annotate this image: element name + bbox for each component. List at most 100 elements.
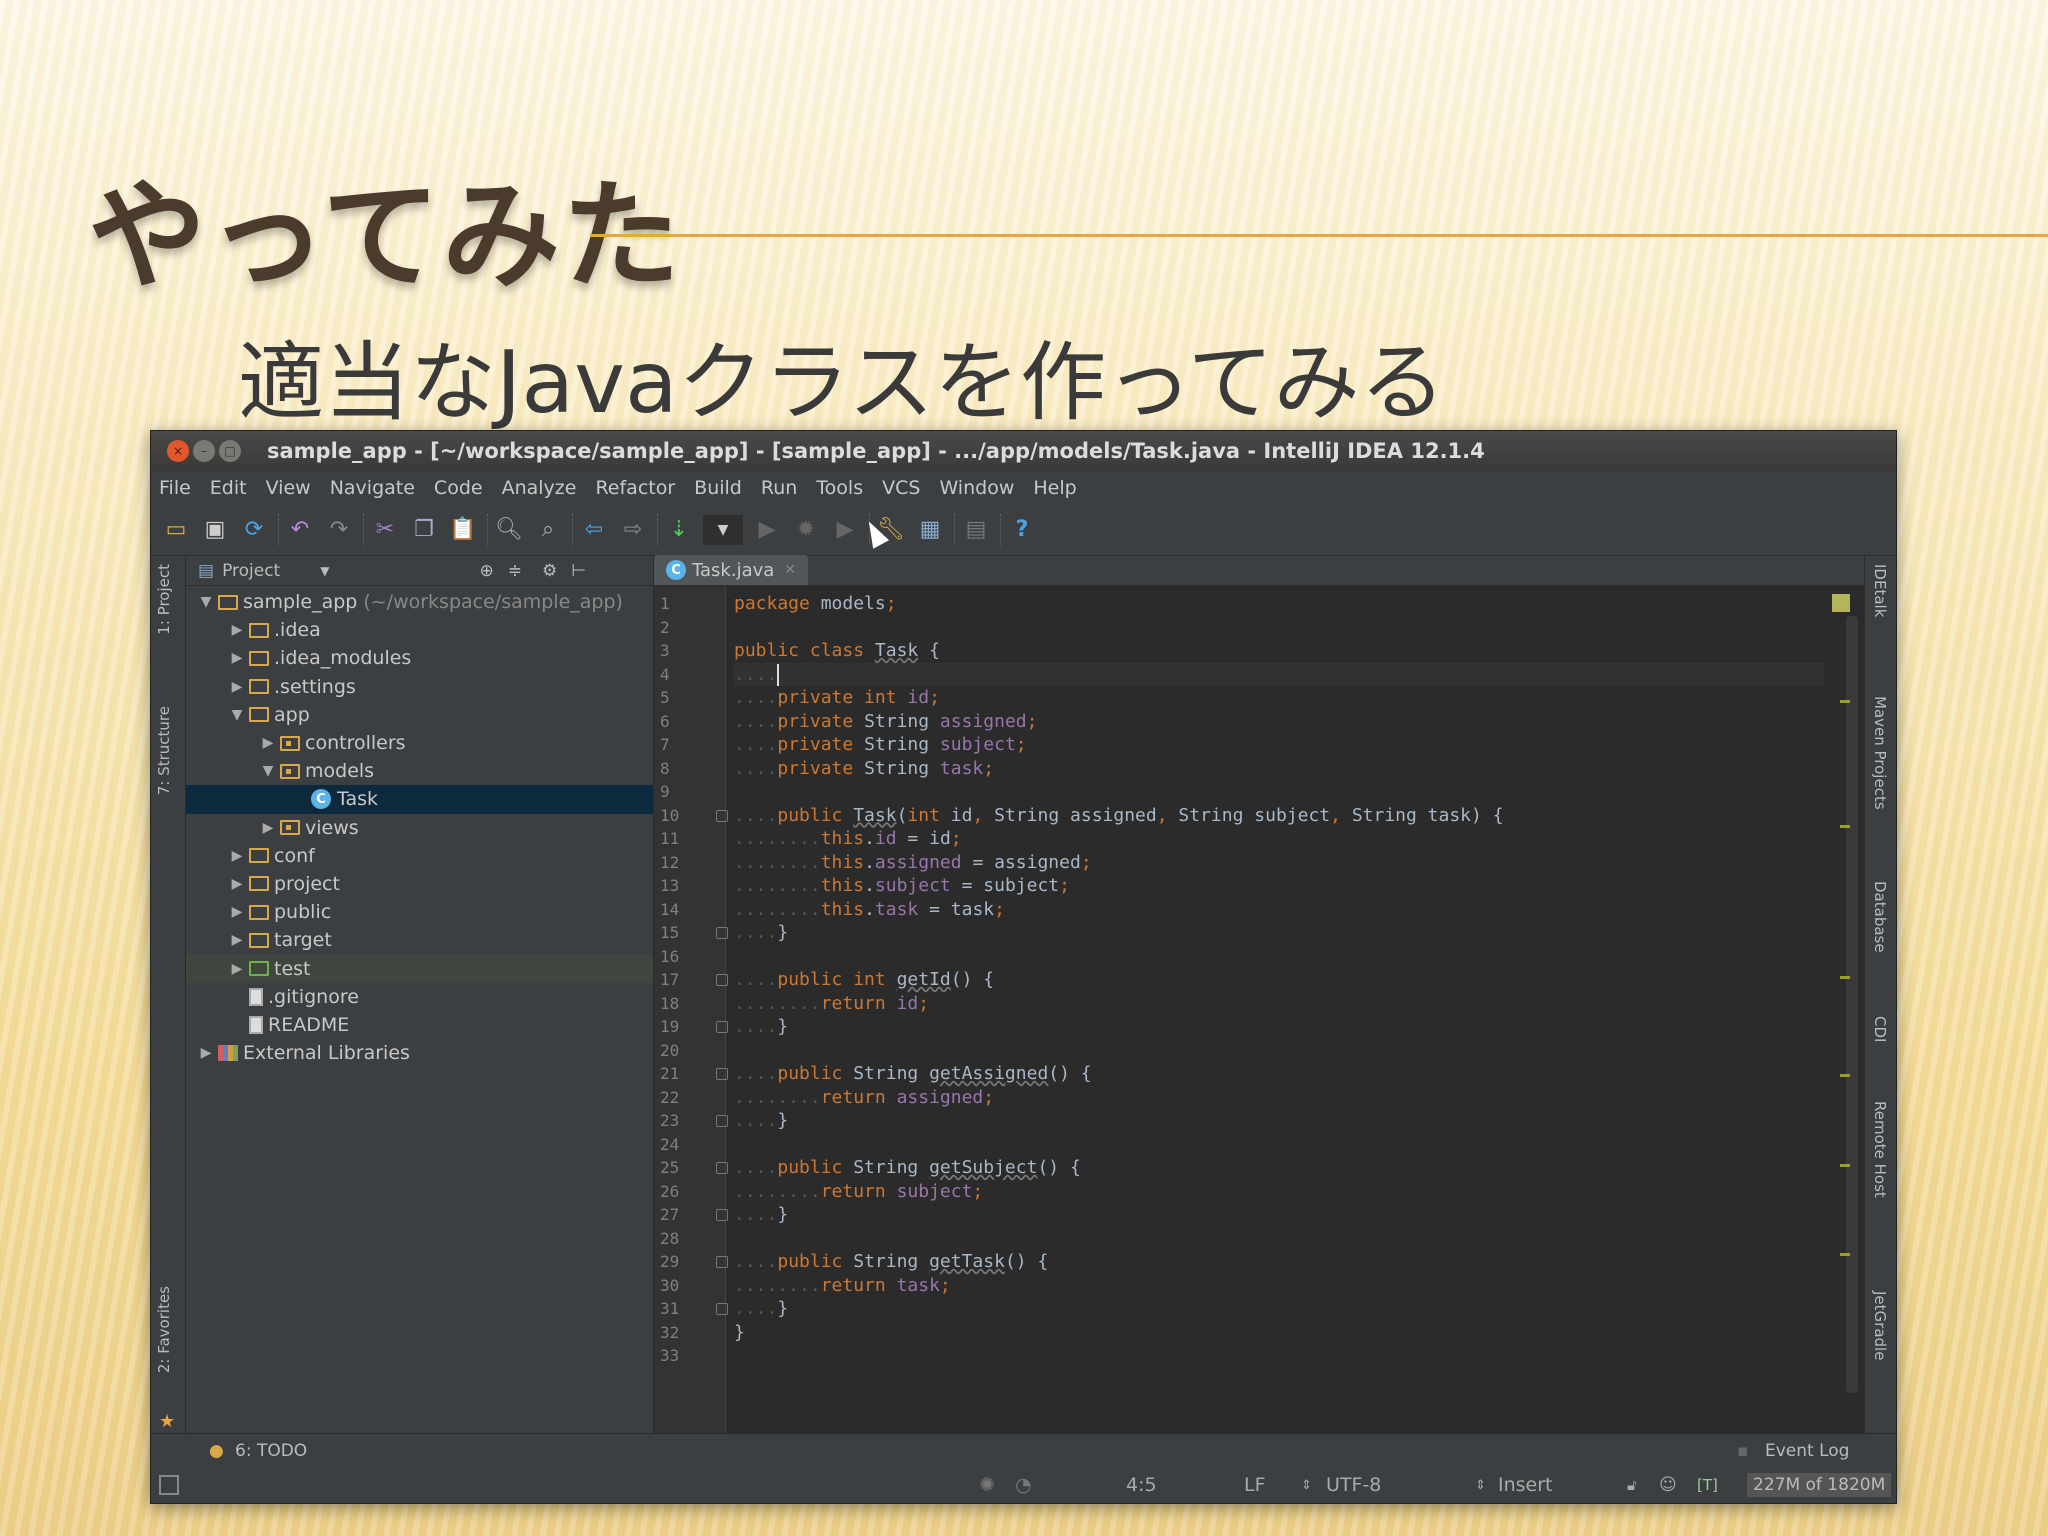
close-window-button[interactable]: × bbox=[167, 440, 189, 462]
code-line[interactable]: ....public String getTask() { bbox=[734, 1250, 1824, 1274]
redo-icon[interactable]: ↷ bbox=[324, 515, 354, 545]
warning-marker[interactable] bbox=[1840, 1074, 1850, 1078]
replace-icon[interactable]: ⌕ bbox=[533, 515, 563, 545]
gear-icon[interactable]: ⚙ bbox=[542, 561, 557, 581]
tree-item-readme[interactable]: README bbox=[186, 1011, 653, 1039]
back-icon[interactable]: ⇦ bbox=[579, 515, 609, 545]
tab-task-java[interactable]: C Task.java ✕ bbox=[654, 555, 809, 585]
collapsed-arrow-icon[interactable]: ▶ bbox=[225, 904, 249, 920]
run-icon[interactable]: ▶ bbox=[752, 515, 782, 545]
locate-icon[interactable]: ⊕ bbox=[479, 561, 493, 581]
collapse-all-icon[interactable]: ≑ bbox=[508, 561, 522, 581]
tree-item-sample-app[interactable]: ▼ sample_app (~/workspace/sample_app) bbox=[186, 588, 653, 616]
tree-item--idea-modules[interactable]: ▶ .idea_modules bbox=[186, 644, 653, 672]
minimize-window-button[interactable]: – bbox=[193, 440, 215, 462]
hide-panel-icon[interactable]: ⊢ bbox=[571, 561, 586, 581]
collapsed-arrow-icon[interactable]: ▶ bbox=[225, 650, 249, 666]
menu-navigate[interactable]: Navigate bbox=[330, 477, 415, 499]
power-save-icon[interactable]: ◔ bbox=[1015, 1474, 1032, 1496]
tree-item--idea[interactable]: ▶ .idea bbox=[186, 616, 653, 644]
vertical-scrollbar[interactable] bbox=[1846, 616, 1858, 1393]
menu-analyze[interactable]: Analyze bbox=[502, 477, 577, 499]
code-line[interactable]: ........this.task = task; bbox=[734, 898, 1824, 922]
fold-marker-icon[interactable] bbox=[716, 1068, 728, 1080]
file-encoding[interactable]: UTF-8 bbox=[1326, 1474, 1381, 1496]
tab-event-log[interactable]: Event Log bbox=[1765, 1441, 1849, 1461]
fold-marker-icon[interactable] bbox=[716, 1162, 728, 1174]
project-view-label[interactable]: Project bbox=[222, 561, 280, 581]
code-editor[interactable]: 1 2 3 4 5 6 7 8 9 10 11 12 13 14 15 16 17 18 19 20 21 22 23 24 2… bbox=[654, 586, 1864, 1433]
undo-icon[interactable]: ↶ bbox=[285, 515, 315, 545]
code-line[interactable] bbox=[734, 1133, 1824, 1157]
tab-favorites[interactable]: 2: Favorites bbox=[155, 1286, 173, 1373]
tree-item--gitignore[interactable]: .gitignore bbox=[186, 983, 653, 1011]
code-line[interactable]: ....} bbox=[734, 1015, 1824, 1039]
code-line[interactable]: } bbox=[734, 1321, 1824, 1345]
menu-build[interactable]: Build bbox=[694, 477, 742, 499]
tab-project[interactable]: 1: Project bbox=[155, 564, 173, 635]
fold-marker-icon[interactable] bbox=[716, 927, 728, 939]
make-project-icon[interactable]: ⇣ bbox=[664, 515, 694, 545]
insert-mode[interactable]: Insert bbox=[1498, 1474, 1553, 1496]
copy-icon[interactable]: ❐ bbox=[409, 515, 439, 545]
project-structure-icon[interactable]: ▦ bbox=[915, 515, 945, 545]
code-line[interactable]: ....public String getSubject() { bbox=[734, 1156, 1824, 1180]
expanded-arrow-icon[interactable]: ▼ bbox=[256, 763, 280, 779]
code-line[interactable]: ....} bbox=[734, 921, 1824, 945]
code-line[interactable]: ....public int getId() { bbox=[734, 968, 1824, 992]
collapsed-arrow-icon[interactable]: ▶ bbox=[225, 876, 249, 892]
help-icon[interactable]: ? bbox=[1007, 515, 1037, 545]
code-line[interactable]: ....private int id; bbox=[734, 686, 1824, 710]
menu-run[interactable]: Run bbox=[761, 477, 797, 499]
code-line[interactable]: ........return assigned; bbox=[734, 1086, 1824, 1110]
menu-help[interactable]: Help bbox=[1033, 477, 1076, 499]
collapsed-arrow-icon[interactable]: ▶ bbox=[225, 932, 249, 948]
code-line[interactable]: ....private String subject; bbox=[734, 733, 1824, 757]
code-line[interactable]: ....} bbox=[734, 1297, 1824, 1321]
tree-item-task[interactable]: C Task bbox=[186, 785, 653, 814]
collapsed-arrow-icon[interactable]: ▶ bbox=[194, 1045, 218, 1061]
menu-view[interactable]: View bbox=[266, 477, 311, 499]
cut-icon[interactable]: ✂ bbox=[370, 515, 400, 545]
run-coverage-icon[interactable]: ▶ bbox=[830, 515, 860, 545]
tab-jetgradle[interactable]: JetGradle bbox=[1871, 1291, 1889, 1360]
tree-item-target[interactable]: ▶ target bbox=[186, 926, 653, 954]
menu-window[interactable]: Window bbox=[939, 477, 1014, 499]
tree-item-test[interactable]: ▶ test bbox=[186, 954, 653, 983]
fold-marker-icon[interactable] bbox=[716, 1209, 728, 1221]
sync-icon[interactable]: ⟳ bbox=[239, 515, 269, 545]
sdk-icon[interactable]: ▤ bbox=[961, 515, 991, 545]
code-line[interactable]: ....} bbox=[734, 1203, 1824, 1227]
collapsed-arrow-icon[interactable]: ▶ bbox=[225, 622, 249, 638]
tab-cdi[interactable]: CDI bbox=[1871, 1016, 1889, 1042]
tree-item-views[interactable]: ▶ views bbox=[186, 814, 653, 842]
tree-item-app[interactable]: ▼ app bbox=[186, 701, 653, 729]
code-line[interactable]: ........this.subject = subject; bbox=[734, 874, 1824, 898]
warning-marker[interactable] bbox=[1840, 976, 1850, 980]
tree-item-external-libraries[interactable]: ▶ External Libraries bbox=[186, 1039, 653, 1067]
fold-marker-icon[interactable] bbox=[716, 1115, 728, 1127]
menu-file[interactable]: File bbox=[159, 477, 191, 499]
line-separator[interactable]: LF bbox=[1244, 1474, 1266, 1496]
code-line[interactable]: ........return task; bbox=[734, 1274, 1824, 1298]
warning-marker[interactable] bbox=[1840, 824, 1850, 828]
tree-item-project[interactable]: ▶ project bbox=[186, 870, 653, 898]
maximize-window-button[interactable]: □ bbox=[219, 440, 241, 462]
code-line[interactable]: ........return subject; bbox=[734, 1180, 1824, 1204]
warning-marker[interactable] bbox=[1840, 1163, 1850, 1167]
code-line[interactable]: ....private String task; bbox=[734, 757, 1824, 781]
tree-item-conf[interactable]: ▶ conf bbox=[186, 842, 653, 870]
fold-marker-icon[interactable] bbox=[716, 809, 728, 822]
menu-code[interactable]: Code bbox=[434, 477, 483, 499]
tree-item-controllers[interactable]: ▶ controllers bbox=[186, 729, 653, 757]
forward-icon[interactable]: ⇨ bbox=[618, 515, 648, 545]
tree-item-public[interactable]: ▶ public bbox=[186, 898, 653, 926]
tab-database[interactable]: Database bbox=[1871, 881, 1889, 953]
inspector-icon[interactable]: ☺ bbox=[1659, 1475, 1677, 1495]
toggle-tool-windows-icon[interactable] bbox=[159, 1475, 179, 1495]
code-line[interactable]: ....} bbox=[734, 1109, 1824, 1133]
paste-icon[interactable]: 📋 bbox=[448, 515, 478, 545]
collapsed-arrow-icon[interactable]: ▶ bbox=[256, 820, 280, 836]
tab-idetalk[interactable]: IDEtalk bbox=[1871, 564, 1889, 617]
code-line[interactable] bbox=[734, 780, 1824, 804]
